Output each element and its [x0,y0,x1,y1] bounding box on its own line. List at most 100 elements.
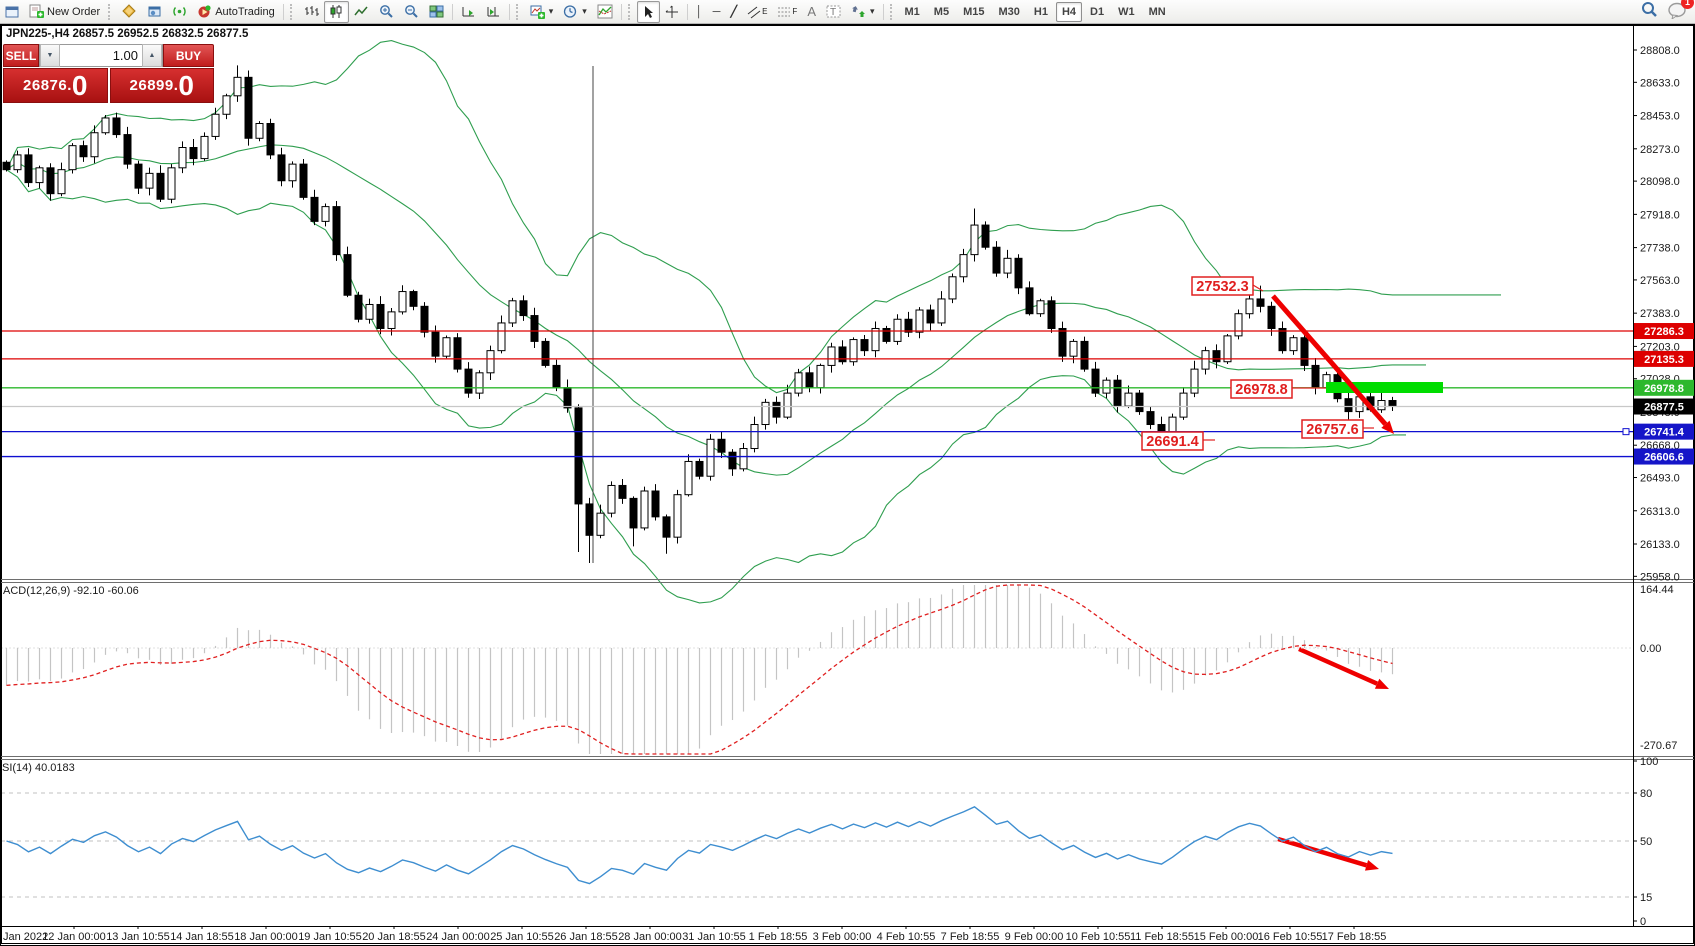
timeframe-button-m15[interactable]: M15 [957,2,990,22]
svg-text:28 Jan 00:00: 28 Jan 00:00 [618,931,682,943]
price-badge-27135.3: 27135.3 [1634,351,1694,367]
autotrading-label: AutoTrading [215,6,275,18]
svg-text:26 Jan 18:55: 26 Jan 18:55 [554,931,618,943]
cursor-icon [642,5,655,19]
zoom-out-button[interactable] [399,1,424,23]
volume-input[interactable]: 1.00 [60,48,142,63]
text-label-icon: T [826,4,841,19]
chart-canvas[interactable]: 27532.326978.826691.426757.628808.028633… [1,25,1694,944]
fibonacci-tool-button[interactable]: F [772,1,802,23]
signal-icon [172,4,187,19]
timeframe-button-m30[interactable]: M30 [992,2,1025,22]
equidistant-channel-icon [747,5,761,19]
data-window-icon [147,4,162,19]
svg-text:26978.8: 26978.8 [1235,382,1287,398]
chart-shift-button[interactable] [481,1,506,23]
window-icon[interactable] [0,1,24,23]
line-chart-mode-button[interactable] [349,1,374,23]
volume-increase-button[interactable]: ▲ [142,44,162,67]
notifications-button[interactable]: 1 [1668,2,1687,22]
search-button[interactable] [1640,1,1658,22]
cursor-tool-button[interactable] [637,1,660,23]
timeframe-button-m5[interactable]: M5 [928,2,955,22]
svg-text:28273.0: 28273.0 [1640,144,1680,156]
svg-text:27135.3: 27135.3 [1644,354,1684,366]
price-badge-27286.3: 27286.3 [1634,323,1694,339]
stepper-down-icon: ▼ [47,52,54,59]
signal-button[interactable] [167,1,192,23]
svg-text:26741.4: 26741.4 [1644,427,1685,439]
macd-histogram [7,585,1393,754]
chart-window: 27532.326978.826691.426757.628808.028633… [0,24,1695,946]
vertical-line-tool-button[interactable]: │ [691,1,708,23]
toolbar-separator [452,4,453,20]
indicators-button[interactable] [592,1,618,23]
new-order-button[interactable]: New Order [24,1,105,23]
tile-windows-icon [429,4,444,19]
svg-text:27918.0: 27918.0 [1640,209,1680,221]
toolbar-separator [509,4,510,20]
dropdown-caret-icon: ▾ [870,6,875,17]
market-watch-button[interactable] [117,1,142,23]
svg-text:27563.0: 27563.0 [1640,275,1680,287]
timeframe-button-mn[interactable]: MN [1143,2,1172,22]
text-tool-button[interactable]: A [802,1,821,23]
svg-text:10 Feb 10:55: 10 Feb 10:55 [1066,931,1131,943]
timeframe-button-h1[interactable]: H1 [1028,2,1054,22]
buy-price-main: 26899. [130,77,179,94]
candle-chart-mode-button[interactable] [324,1,349,23]
crosshair-tool-button[interactable] [660,1,684,23]
new-order-label: New Order [47,6,100,18]
trend-arrow-rsi [1278,839,1379,871]
svg-text:17 Feb 18:55: 17 Feb 18:55 [1322,931,1387,943]
buy-button[interactable]: BUY [163,44,214,67]
channel-tool-button[interactable]: E [742,1,772,23]
timeframe-button-h4[interactable]: H4 [1056,2,1082,22]
bar-chart-icon [304,4,319,19]
timeframe-button-w1[interactable]: W1 [1112,2,1141,22]
fibonacci-sub-label: F [792,7,797,16]
price-annotation-27532.3: 27532.3 [1192,277,1263,295]
trendline-tool-button[interactable]: ╱ [725,1,742,23]
auto-scroll-button[interactable] [456,1,481,23]
tile-windows-button[interactable] [424,1,449,23]
price-annotation-26757.6: 26757.6 [1302,420,1374,438]
autotrading-button[interactable]: AutoTrading [192,1,280,23]
rsi-pane-label: SI(14) 40.0183 [2,762,75,774]
bar-chart-mode-button[interactable] [299,1,324,23]
toolbar-grip [290,4,296,20]
svg-text:0: 0 [1640,916,1646,928]
svg-text:28098.0: 28098.0 [1640,176,1680,188]
sell-price-display[interactable]: 26876.0 [3,68,108,103]
search-icon [1640,1,1658,19]
zoom-in-button[interactable] [374,1,399,23]
dropdown-caret-icon: ▾ [582,6,587,17]
price-axis: 28808.028633.028453.028273.028098.027918… [1633,45,1680,928]
svg-text:15: 15 [1640,892,1652,904]
market-watch-icon [122,4,137,19]
trend-arrow-macd [1299,649,1389,689]
volume-decrease-button[interactable]: ▼ [40,44,60,67]
horizontal-line-tool-button[interactable]: ─ [708,1,726,23]
buy-price-display[interactable]: 26899.0 [110,68,215,103]
toolbar-grip [108,4,114,20]
time-axis: Jan 202212 Jan 00:0013 Jan 10:5514 Jan 1… [3,926,1386,943]
svg-text:11 Feb 18:55: 11 Feb 18:55 [1130,931,1194,943]
toolbar-separator [883,4,884,20]
sell-button[interactable]: SELL [3,44,39,67]
trendline-icon: ╱ [730,5,737,18]
buy-price-big: 0 [178,73,194,99]
new-chart-button[interactable]: ▾ [525,1,559,23]
svg-text:25 Jan 10:55: 25 Jan 10:55 [490,931,554,943]
arrows-tool-button[interactable]: ▾ [846,1,880,23]
svg-text:7 Feb 18:55: 7 Feb 18:55 [941,931,1000,943]
period-dropdown-button[interactable]: ▾ [558,1,592,23]
channel-sub-label: E [762,7,767,16]
zoom-out-icon [404,4,419,19]
timeframe-button-d1[interactable]: D1 [1084,2,1110,22]
data-window-button[interactable] [142,1,167,23]
svg-text:25958.0: 25958.0 [1640,571,1680,583]
timeframe-button-m1[interactable]: M1 [899,2,926,22]
text-label-tool-button[interactable]: T [821,1,846,23]
crosshair-icon [665,5,679,19]
